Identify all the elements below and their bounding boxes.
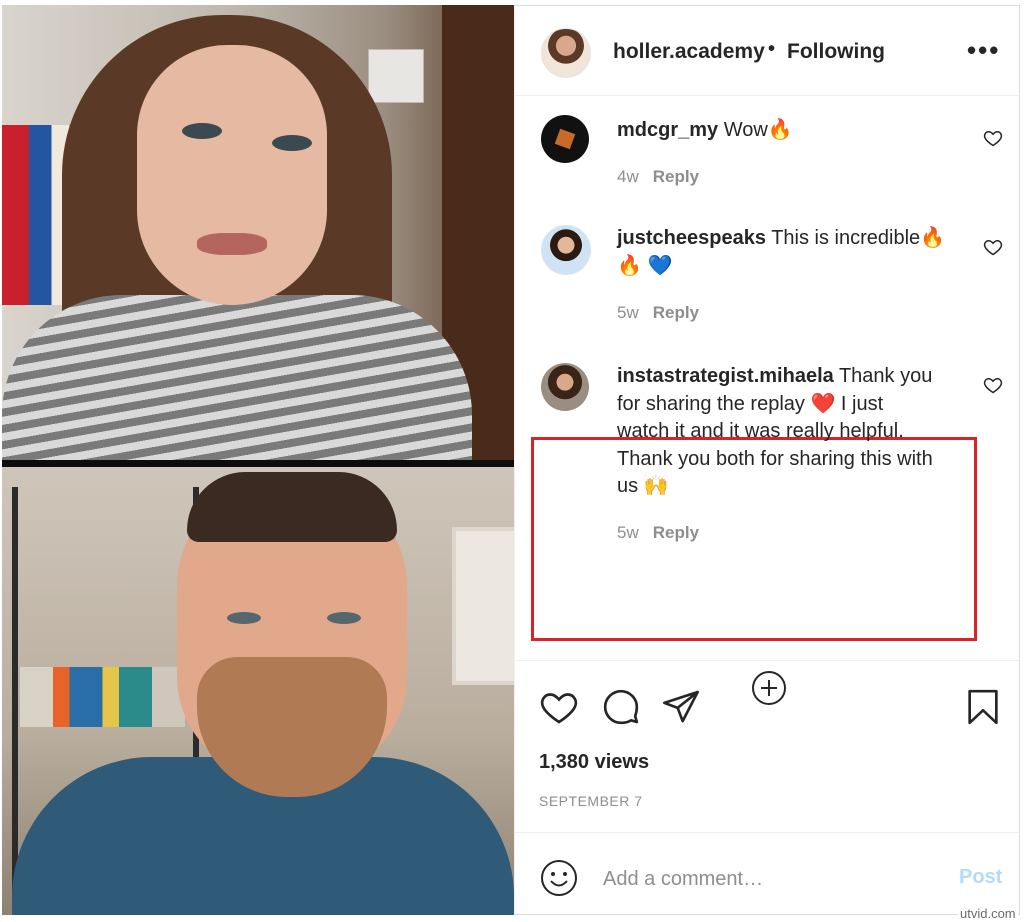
comment-text: Thank you both for sharing this with — [617, 447, 933, 470]
heart-icon[interactable] — [983, 128, 1003, 148]
add-comment-bar: Post — [515, 832, 1021, 916]
comment-text: for sharing the replay ❤️ I just — [617, 392, 884, 415]
comment-body: mdcgr_my Wow🔥 — [617, 117, 793, 145]
avatar[interactable] — [541, 225, 591, 275]
heart-icon[interactable] — [983, 237, 1003, 257]
comment-time: 5w — [617, 303, 639, 322]
post-header: holler.academy • Following ••• — [515, 5, 1021, 96]
post-sidebar: holler.academy • Following ••• mdcgr_my … — [514, 5, 1021, 915]
action-bar: 1,380 views SEPTEMBER 7 — [515, 660, 1021, 831]
comment-text: us 🙌 — [617, 475, 669, 497]
comment-time: 5w — [617, 523, 639, 542]
view-count[interactable]: 1,380 views — [539, 751, 649, 774]
heart-icon[interactable] — [539, 687, 579, 727]
watermark: utvid.com — [958, 906, 1018, 921]
man-hair — [187, 472, 397, 542]
comment-body: instastrategist.mihaela Thank you for sh… — [617, 363, 933, 501]
separator-dot: • — [768, 38, 776, 60]
comment-text: This is incredible🔥 — [771, 227, 946, 249]
video-divider — [2, 460, 514, 467]
reply-button[interactable]: Reply — [653, 523, 699, 542]
following-button[interactable]: Following — [787, 40, 885, 64]
woman-sweater — [2, 295, 472, 460]
books — [20, 667, 185, 727]
man-eye — [227, 612, 261, 624]
post-button[interactable]: Post — [959, 866, 1002, 889]
comment-text: Thank you — [838, 365, 933, 387]
light-switch — [368, 49, 424, 103]
woman-eye — [182, 123, 222, 139]
avatar[interactable] — [541, 115, 589, 163]
comments-list: mdcgr_my Wow🔥 4w Reply justcheespeaks Thi… — [515, 95, 1021, 705]
comment-text: watch it and it was really helpful. — [617, 420, 904, 442]
comment-meta: 5w Reply — [617, 523, 699, 543]
video-participant-top — [2, 5, 514, 460]
comment-icon[interactable] — [601, 687, 641, 727]
heart-icon[interactable] — [983, 375, 1003, 395]
woman-face — [137, 45, 327, 305]
video-player[interactable] — [2, 5, 514, 915]
comment-username[interactable]: mdcgr_my — [617, 119, 718, 141]
video-participant-bottom — [2, 467, 514, 915]
woman-mouth — [197, 233, 267, 255]
paper-plane-icon[interactable] — [661, 687, 701, 727]
comment-username[interactable]: instastrategist.mihaela — [617, 365, 834, 387]
comment-username[interactable]: justcheespeaks — [617, 227, 766, 249]
reply-button[interactable]: Reply — [653, 303, 699, 322]
comment-time: 4w — [617, 167, 639, 186]
bookmark-icon[interactable] — [963, 687, 1003, 727]
ellipsis-icon[interactable]: ••• — [967, 35, 1000, 66]
avatar[interactable] — [541, 363, 589, 411]
post-username[interactable]: holler.academy — [613, 40, 765, 64]
comment-text: Wow🔥 — [723, 119, 793, 141]
man-eye — [327, 612, 361, 624]
post-date: SEPTEMBER 7 — [539, 793, 643, 809]
avatar[interactable] — [541, 28, 591, 78]
comment-text: 🔥 💙 — [617, 254, 673, 277]
logo-icon — [554, 128, 576, 150]
reply-button[interactable]: Reply — [653, 167, 699, 186]
smiley-icon[interactable] — [539, 858, 579, 898]
comment-input[interactable] — [601, 861, 935, 897]
woman-eye — [272, 135, 312, 151]
wall-frame — [452, 527, 514, 685]
comment-meta: 5w Reply — [617, 303, 699, 323]
comment-meta: 4w Reply — [617, 167, 699, 187]
comment-body: justcheespeaks This is incredible🔥 🔥 💙 — [617, 225, 945, 280]
